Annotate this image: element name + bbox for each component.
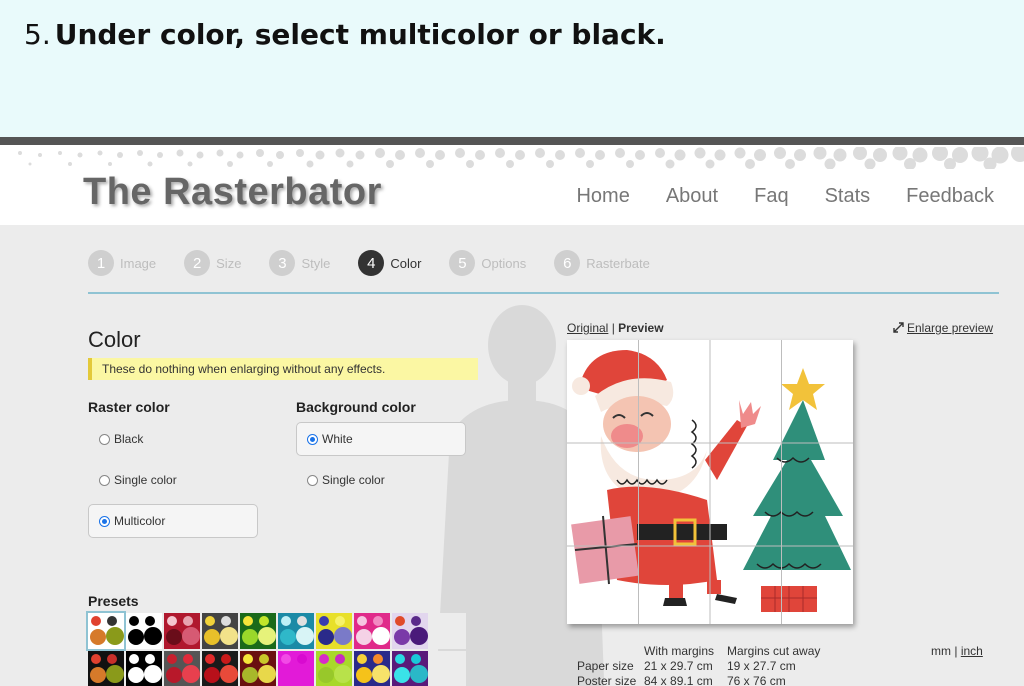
raster-color-title: Raster color <box>88 399 170 415</box>
step-label: Size <box>216 255 242 271</box>
preset-swatch[interactable] <box>316 613 352 649</box>
section-title: Color <box>88 327 141 352</box>
preset-swatch[interactable] <box>164 651 200 686</box>
header-dot-pattern <box>18 147 1024 169</box>
instruction-banner: 5. Under color, select multicolor or blac… <box>0 0 1024 137</box>
step-number: 6 <box>554 250 581 276</box>
option-label: Multicolor <box>114 514 166 528</box>
stats-col-header-margins-cut: Margins cut away <box>727 644 821 658</box>
preset-swatch[interactable] <box>278 613 314 649</box>
santa-tree-illustration <box>567 340 853 624</box>
radio-button[interactable] <box>307 474 318 486</box>
info-note: These do nothing when enlarging without … <box>88 358 478 380</box>
presets-title: Presets <box>88 593 139 609</box>
background-option-white[interactable]: White <box>296 422 466 456</box>
step-number: 2 <box>184 250 211 276</box>
nav-about[interactable]: About <box>666 185 718 208</box>
option-label: Black <box>114 432 144 446</box>
preset-swatch[interactable] <box>430 613 466 649</box>
poster-preview[interactable] <box>567 340 853 624</box>
preset-swatch[interactable] <box>392 613 428 649</box>
step-label: Options <box>481 255 527 271</box>
step-size[interactable]: 2 Size <box>184 250 241 276</box>
instruction-label: Under color, select multicolor or black. <box>54 18 666 51</box>
site-logo[interactable]: The Rasterbator <box>83 171 382 214</box>
poster-size-margins-cut: 76 x 76 cm <box>727 674 786 686</box>
raster-option-multicolor[interactable]: Multicolor <box>88 504 258 538</box>
nav-faq[interactable]: Faq <box>754 185 788 208</box>
radio-button[interactable] <box>99 433 110 445</box>
enlarge-preview-link[interactable]: Enlarge preview <box>893 321 993 335</box>
step-label: Color <box>390 255 422 271</box>
step-rasterbate[interactable]: 6 Rasterbate <box>554 250 650 276</box>
preset-swatch[interactable] <box>354 651 390 686</box>
unit-inch[interactable]: inch <box>961 644 983 658</box>
step-number: 5 <box>449 250 476 276</box>
banner-divider <box>0 137 1024 145</box>
option-label: Single color <box>322 473 385 487</box>
raster-option-single-color[interactable]: Single color <box>88 463 258 497</box>
preset-swatch[interactable] <box>202 613 238 649</box>
step-label: Rasterbate <box>586 255 650 271</box>
unit-mm[interactable]: mm <box>931 644 951 658</box>
tab-preview[interactable]: Preview <box>618 321 663 335</box>
step-image[interactable]: 1 Image <box>88 250 156 276</box>
preset-swatch[interactable] <box>316 651 352 686</box>
preset-swatch[interactable] <box>86 611 126 651</box>
main-nav: Home About Faq Stats Feedback <box>576 185 994 208</box>
preset-swatch[interactable] <box>278 651 314 686</box>
main-content: 1 Image 2 Size 3 Style 4 Color 5 Options… <box>0 225 1024 686</box>
step-number: 1 <box>88 250 114 276</box>
step-options[interactable]: 5 Options <box>449 250 526 276</box>
paper-size-margins-cut: 19 x 27.7 cm <box>727 659 796 673</box>
steps-divider <box>88 292 999 294</box>
step-label: Image <box>120 255 157 271</box>
step-number: 3 <box>269 250 296 276</box>
site-header: The Rasterbator Home About Faq Stats Fee… <box>0 145 1024 225</box>
preset-swatch[interactable] <box>354 613 390 649</box>
paper-size-with-margins: 21 x 29.7 cm <box>644 659 713 673</box>
tab-separator: | <box>611 321 615 335</box>
expand-arrows-icon <box>893 322 904 333</box>
preset-swatch[interactable] <box>126 613 162 649</box>
unit-separator: | <box>954 644 958 658</box>
unit-toggle: mm | inch <box>931 644 983 658</box>
paper-size-label: Paper size <box>577 659 634 673</box>
radio-button-checked[interactable] <box>307 433 318 445</box>
wizard-steps: 1 Image 2 Size 3 Style 4 Color 5 Options… <box>88 250 678 276</box>
background-color-title: Background color <box>296 399 416 415</box>
option-label: Single color <box>114 473 177 487</box>
preset-swatch[interactable] <box>240 613 276 649</box>
poster-size-label: Poster size <box>577 674 637 686</box>
option-label: White <box>322 432 353 446</box>
nav-feedback[interactable]: Feedback <box>906 185 994 208</box>
preset-swatch-grid <box>86 611 466 686</box>
step-number: 4 <box>358 250 385 276</box>
nav-stats[interactable]: Stats <box>825 185 871 208</box>
tab-original[interactable]: Original <box>567 321 608 335</box>
stats-col-header-with-margins: With margins <box>644 644 715 658</box>
step-label: Style <box>301 255 331 271</box>
preset-swatch[interactable] <box>240 651 276 686</box>
preview-tabs: Original | Preview <box>567 321 664 335</box>
enlarge-preview-label: Enlarge preview <box>907 321 994 335</box>
radio-button-checked[interactable] <box>99 515 110 527</box>
preset-swatch[interactable] <box>392 651 428 686</box>
preset-swatch[interactable] <box>164 613 200 649</box>
nav-home[interactable]: Home <box>576 185 629 208</box>
background-option-single-color[interactable]: Single color <box>296 463 466 497</box>
preset-swatch[interactable] <box>202 651 238 686</box>
step-style[interactable]: 3 Style <box>269 250 330 276</box>
preset-swatch[interactable] <box>126 651 162 686</box>
step-color[interactable]: 4 Color <box>358 250 421 276</box>
instruction-text: 5. Under color, select multicolor or blac… <box>24 18 666 51</box>
instruction-step-number: 5. <box>24 18 51 51</box>
preset-swatch[interactable] <box>430 651 466 686</box>
raster-option-black[interactable]: Black <box>88 422 258 456</box>
radio-button[interactable] <box>99 474 110 486</box>
preset-swatch[interactable] <box>88 651 124 686</box>
poster-size-with-margins: 84 x 89.1 cm <box>644 674 713 686</box>
